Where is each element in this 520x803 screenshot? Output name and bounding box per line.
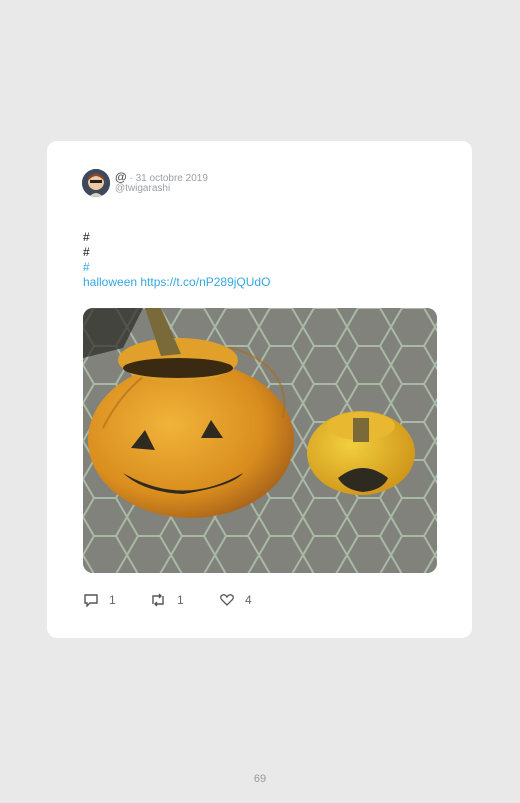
tweet-link[interactable]: halloween https://t.co/nP289jQUdO [83, 275, 270, 290]
text-line: # [83, 230, 90, 244]
avatar[interactable] [82, 169, 110, 197]
reply-icon [84, 594, 98, 607]
author-handle[interactable]: @twigarashi [115, 183, 170, 194]
reply-action[interactable]: 1 [83, 593, 116, 607]
hashtag-link[interactable]: # [83, 260, 270, 275]
like-action[interactable]: 4 [219, 593, 252, 607]
avatar-image [82, 169, 110, 197]
tweet-photo[interactable] [83, 308, 437, 573]
heart-icon [220, 594, 234, 606]
pumpkins-image [83, 308, 437, 573]
tweet-actions: 1 1 4 [83, 593, 383, 609]
text-line: # [83, 245, 90, 259]
reply-count: 1 [109, 593, 116, 607]
tweet-card: @ · 31 octobre 2019 @twigarashi # # # ha… [47, 141, 472, 638]
page-number: 69 [253, 773, 267, 785]
author-line: @ · 31 octobre 2019 [115, 170, 208, 184]
retweet-icon [152, 593, 164, 607]
retweet-count: 1 [177, 593, 184, 607]
like-count: 4 [245, 593, 252, 607]
retweet-action[interactable]: 1 [149, 593, 184, 607]
author-symbol[interactable]: @ [115, 170, 127, 184]
tweet-text: # # # halloween https://t.co/nP289jQUdO [83, 230, 270, 290]
